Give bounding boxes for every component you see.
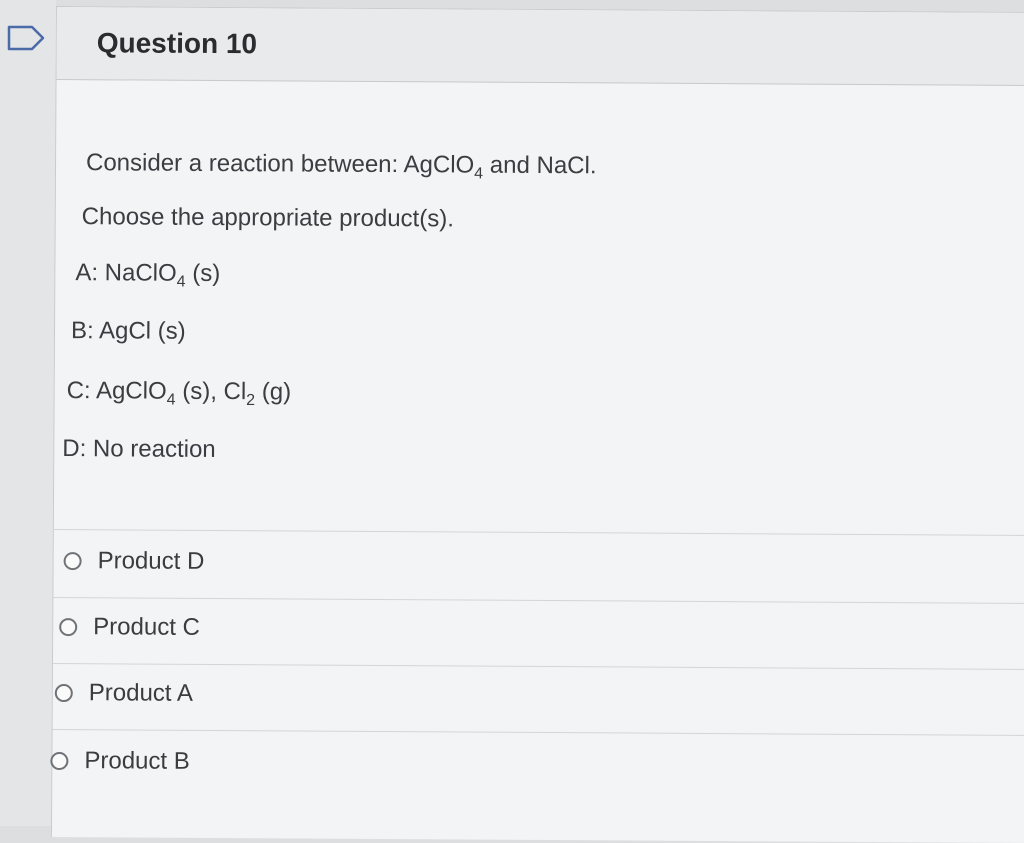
answer-label: Product A [88,679,193,707]
answer-divider [52,662,1024,670]
question-header: Question 10 [56,7,1024,86]
radio-button[interactable] [59,618,78,637]
answer-option-product-c[interactable]: Product C [59,613,200,642]
question-instruction: Choose the appropriate product(s). [81,203,455,233]
answer-option-product-d[interactable]: Product D [63,547,205,576]
answer-option-product-b[interactable]: Product B [50,747,190,776]
answer-label: Product D [97,547,205,575]
question-card: Question 10 Consider a reaction between:… [50,6,1024,843]
option-c-text: C: AgClO4 (s), Cl2 (g) [66,377,292,410]
answers-divider [53,528,1024,536]
flag-question-icon[interactable] [6,24,46,52]
option-d-text: D: No reaction [62,435,216,463]
answer-label: Product C [93,613,201,641]
question-title: Question 10 [96,27,258,60]
option-b-text: B: AgCl (s) [70,317,186,345]
question-stem: Consider a reaction between: AgClO4 and … [85,149,597,183]
answer-label: Product B [84,747,190,775]
radio-button[interactable] [54,684,73,703]
answer-divider [53,596,1024,604]
radio-button[interactable] [63,552,82,571]
answer-divider [52,728,1024,736]
option-a-text: A: NaClO4 (s) [75,259,221,291]
answer-option-product-a[interactable]: Product A [54,679,193,708]
sidebar-strip [0,0,56,826]
radio-button[interactable] [50,751,69,771]
